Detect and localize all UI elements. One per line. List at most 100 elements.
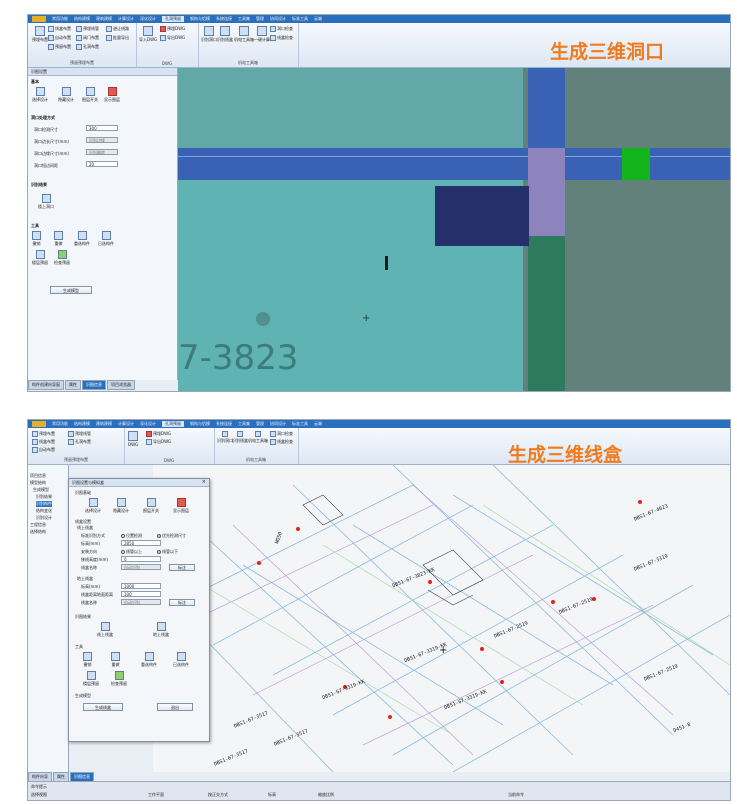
dir-option-1[interactable]: 线管以上 [121,549,142,555]
export-dwg-button[interactable]: 导出DWG [160,35,185,41]
floor-reserve-tool[interactable]: 楼层预留 [32,250,48,266]
floor-reserve-tool[interactable]: 楼层预留 [83,671,99,687]
embed-layout-button[interactable]: 预埋布置 [32,26,48,43]
generate-model-button[interactable]: 生成模型 [50,286,92,294]
tree-item[interactable]: 结构变化 [36,508,52,514]
menu-item[interactable]: 管理 [256,16,264,22]
menu-item[interactable]: 计算设计 [118,421,134,427]
auto-layout-button[interactable]: 自动布置 [32,447,55,453]
tree-item[interactable]: 工程信息 [30,522,46,528]
short-gap-input[interactable]: 20 [86,161,118,167]
hole-detect-input[interactable]: 300 [86,125,118,131]
menu-item[interactable]: 计算设计 [118,16,134,22]
status-item[interactable]: 按正交方式 [208,792,228,798]
tree-item[interactable]: 识别结果 [36,494,52,500]
menu-item[interactable]: 协同设计 [270,16,286,22]
menu-item[interactable]: 钢构与铝模 [190,421,210,427]
selected-tool[interactable]: 已选构件 [173,652,189,668]
status-item[interactable]: 选择视图 [31,792,47,798]
menu-item[interactable]: 标准工具 [292,16,308,22]
check-reserve-tool[interactable]: 检查预留 [111,671,127,687]
export-dwg-button[interactable]: 导出DWG [146,439,171,445]
menu-item[interactable]: 标准工具 [292,421,308,427]
embed-dwg-button[interactable]: 预埋DWG [146,431,171,437]
hole-button[interactable]: 孔洞布置 [68,439,91,445]
identify-box-button[interactable]: 识别线盒 [217,26,233,43]
identify-hole-button[interactable]: 识别洞口 [201,26,217,43]
valve-button[interactable]: 阀门布置 [76,35,99,41]
mep-toolbox-button[interactable]: 机电工具箱 [248,431,268,444]
hide-design-tool[interactable]: 隐藏设计 [58,87,74,103]
box-check-button[interactable]: 线盒检查 [270,439,293,445]
layer-toggle-tool[interactable]: 图层开关 [143,498,159,514]
mode-option-1[interactable]: 位置检测 [121,533,142,539]
embed-dwg-button[interactable]: 预埋DWG [160,26,185,32]
menu-item[interactable]: 云端 [314,421,322,427]
menu-item[interactable]: 建筑建模 [96,421,112,427]
height-input[interactable]: 2850 [121,540,161,546]
show-layer-tool[interactable]: 显示图层 [104,87,120,103]
box-name-input[interactable]: 自动识别 [121,564,161,570]
pick-button[interactable]: 标注 [169,564,195,571]
reselect-tool[interactable]: 重选构件 [74,231,90,247]
reselect-tool[interactable]: 重选构件 [141,652,157,668]
dir-option-2[interactable]: 线管以下 [157,549,178,555]
tree-item-selected[interactable]: 识别构件 [36,501,52,507]
redo-tool[interactable]: 重做 [111,652,120,668]
hole-button[interactable]: 孔洞布置 [76,44,99,50]
menu-item-active[interactable]: 孔洞预留 [162,16,184,22]
import-dwg-button[interactable]: 导入DWG [139,26,157,43]
tree-item[interactable]: 生成模型 [33,487,49,493]
edge-length-select[interactable]: 识别边缘 [86,137,118,143]
menu-item[interactable]: 常用功能 [52,421,68,427]
menu-item[interactable]: 深化设计 [140,421,156,427]
generate-box-button[interactable]: 生成线盒 [83,703,123,711]
hole-check-button[interactable]: 洞口检查 [270,26,293,32]
upper-hole-tool[interactable]: 楼上洞口 [38,194,54,210]
pipe-button[interactable]: 预埋线管 [68,431,91,437]
ground-box-tool[interactable]: 地上线盒 [153,622,169,638]
box-layout-button[interactable]: 线盒布置 [48,26,71,32]
pipe-button[interactable]: 预埋线管 [76,26,99,32]
selected-tool[interactable]: 已选构件 [98,231,114,247]
ground-distance-input[interactable]: 100 [121,591,161,597]
hole-check-button[interactable]: 洞口检查 [270,431,293,437]
reserve-layout-button[interactable]: 预留布置 [48,44,71,50]
menu-item[interactable]: 结构建模 [74,421,90,427]
menu-item[interactable]: 管理 [256,421,264,427]
menu-item[interactable]: 系统连接 [216,16,232,22]
select-design-tool[interactable]: 选择设计 [32,87,48,103]
embed-layout-button[interactable]: 预埋布置 [32,431,55,437]
menu-item[interactable]: 云端 [314,16,322,22]
tab-active[interactable]: 识图信息 [82,380,106,390]
top-viewport[interactable]: + 7-3823 [178,68,730,391]
box-layout-button[interactable]: 线盒布置 [32,439,55,445]
import-dwg-button[interactable]: DWG [128,431,138,447]
ground-name-input[interactable]: 自动识别 [121,599,161,605]
bottom-viewport[interactable]: + DBS1-67-4023 DBS1-67-3319 DBS1-67-3823… [153,465,730,772]
exit-button[interactable]: 退出 [157,703,193,711]
pick-button[interactable]: 标注 [169,599,195,606]
menu-item-active[interactable]: 孔洞预留 [162,421,184,427]
layer-toggle-tool[interactable]: 图层开关 [82,87,98,103]
menu-item[interactable]: 协同设计 [270,421,286,427]
identify-box-button[interactable]: 识别线盒 [232,431,248,444]
status-item[interactable]: 缩放比例 [318,792,334,798]
identify-hole-button[interactable]: 识别洞口 [217,431,233,444]
redo-tool[interactable]: 重做 [54,231,63,247]
status-item[interactable]: 标高 [268,792,276,798]
mep-toolbox-button[interactable]: 机电工具箱 [234,26,254,43]
menu-item[interactable]: 系统连接 [216,421,232,427]
edge-size-select[interactable]: 识别翻转 [86,149,118,155]
tree-item[interactable]: 选择结构 [30,529,46,535]
close-icon[interactable]: × [202,479,206,485]
tree-item[interactable]: 模型结构 [30,480,46,486]
tree-item[interactable]: 识别设计 [36,515,52,521]
ground-height-input[interactable]: 1000 [121,583,161,589]
menu-item[interactable]: 工具集 [238,421,250,427]
upper-box-tool[interactable]: 线上线盒 [97,622,113,638]
tree-item[interactable]: 项目信息 [30,473,46,479]
menu-item[interactable]: 深化设计 [140,16,156,22]
tab[interactable]: 属性 [65,380,81,390]
menu-item[interactable]: 结构建模 [74,16,90,22]
